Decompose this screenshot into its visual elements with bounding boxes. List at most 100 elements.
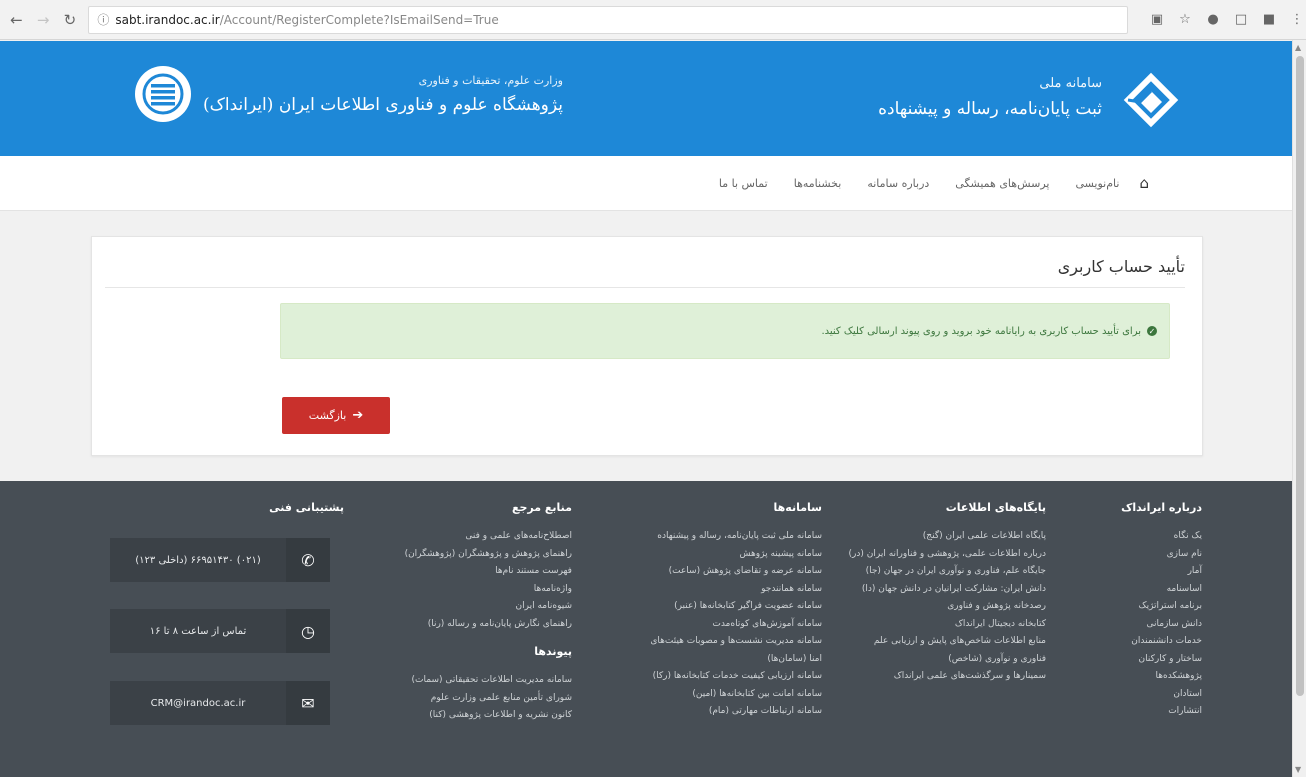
footer-link[interactable]: جایگاه علم، فناوری و نوآوری ایران در جها…: [849, 563, 1046, 581]
footer-heading-systems: سامانه‌ها: [773, 501, 822, 514]
footer-link[interactable]: استادان: [1121, 686, 1202, 704]
footer-link[interactable]: سمینارها و سرگذشت‌های علمی ایرانداک: [849, 668, 1046, 686]
footer-link[interactable]: امنا (سامان‌ها): [650, 651, 822, 669]
footer-link[interactable]: منابع اطلاعات شاخص‌های پایش و ارزیابی عل…: [849, 633, 1046, 651]
arrow-icon: ➔: [352, 408, 364, 423]
url-path: /Account/RegisterComplete?IsEmailSend=Tr…: [219, 12, 499, 27]
nav-item-faq[interactable]: پرسش‌های همیشگی: [955, 177, 1049, 190]
footer-heading-databases: پایگاه‌های اطلاعات: [945, 501, 1046, 514]
footer-link[interactable]: رصدخانه پژوهش و فناوری: [849, 598, 1046, 616]
forward-arrow-icon[interactable]: →: [33, 9, 54, 31]
support-phone: ✆ (داخلی ۱۲۳) ۰۲۱) ۶۶۹۵۱۴۳۰): [110, 538, 330, 582]
email-text[interactable]: CRM@irandoc.ac.ir: [110, 681, 286, 725]
footer-link[interactable]: شیوه‌نامه ایران: [405, 598, 572, 616]
footer-link[interactable]: پژوهشکده‌ها: [1121, 668, 1203, 686]
footer-link[interactable]: فهرست مستند نام‌ها: [405, 563, 572, 581]
extension-icon[interactable]: ●: [1204, 11, 1222, 29]
footer-link[interactable]: فناوری و نوآوری (شاخص): [849, 651, 1046, 669]
footer-link[interactable]: شورای تأمین منابع علمی وزارت علوم: [405, 690, 572, 708]
footer-link[interactable]: کتابخانه دیجیتال ایرانداک: [849, 616, 1046, 634]
nav-item-contact[interactable]: تماس با ما: [719, 177, 768, 190]
irandoc-brand[interactable]: وزارت علوم، تحقیقات و فناوری پژوهشگاه عل…: [135, 66, 563, 122]
sabt-title[interactable]: ثبت پایان‌نامه، رساله و پیشنهاده: [878, 99, 1102, 119]
success-alert: ✓ برای تأیید حساب کاربری به رایانامه خود…: [280, 303, 1170, 359]
footer-link[interactable]: سامانه امانت بین کتابخانه‌ها (امین): [650, 686, 822, 704]
irandoc-subtitle: وزارت علوم، تحقیقات و فناوری: [418, 73, 563, 87]
page-title: تأیید حساب کاربری: [1057, 257, 1185, 276]
footer-link[interactable]: سامانه آموزش‌های کوتاه‌مدت: [650, 616, 822, 634]
footer-link[interactable]: دانش ایران: مشارکت ایرانیان در دانش جهان…: [849, 581, 1046, 599]
address-bar[interactable]: ⓘ sabt.irandoc.ac.ir /Account/RegisterCo…: [88, 5, 1128, 34]
footer-link[interactable]: سامانه ارزیابی کیفیت خدمات کتابخانه‌ها (…: [650, 668, 822, 686]
footer-col-support: پشتیبانی فنی: [269, 501, 344, 528]
extension-icon-3[interactable]: ■: [1260, 11, 1278, 29]
footer-heading-about: درباره ایرانداک: [1121, 501, 1202, 514]
footer-link[interactable]: پایگاه اطلاعات علمی ایران (گنج): [849, 528, 1046, 546]
site-header: سامانه ملی ثبت پایان‌نامه، رساله و پیشنه…: [0, 41, 1292, 156]
irandoc-logo-icon: [135, 66, 191, 122]
alert-message: برای تأیید حساب کاربری به رایانامه خود ب…: [821, 325, 1141, 337]
envelope-icon: ✉: [286, 681, 330, 725]
page: سامانه ملی ثبت پایان‌نامه، رساله و پیشنه…: [0, 41, 1292, 777]
extension-icon-2[interactable]: □: [1232, 11, 1250, 29]
support-hours: ◷ تماس از ساعت ۸ تا ۱۶: [110, 609, 330, 653]
translate-icon[interactable]: ▣: [1148, 11, 1166, 29]
footer-link[interactable]: اصطلاح‌نامه‌های علمی و فنی: [405, 528, 572, 546]
nav-item-about[interactable]: درباره سامانه: [867, 177, 929, 190]
nav-item-register[interactable]: نام‌نویسی: [1075, 177, 1119, 190]
back-button[interactable]: ➔ بازگشت: [282, 397, 390, 434]
footer-link[interactable]: دانش سازمانی: [1121, 616, 1202, 634]
confirmation-card: تأیید حساب کاربری ✓ برای تأیید حساب کارب…: [91, 236, 1203, 456]
footer-link[interactable]: اساسنامه: [1121, 581, 1202, 599]
hours-text: تماس از ساعت ۸ تا ۱۶: [149, 625, 247, 637]
footer-link[interactable]: انتشارات: [1121, 703, 1202, 721]
footer-link[interactable]: سامانه عرضه و تقاضای پژوهش (ساعت): [650, 563, 822, 581]
back-arrow-icon[interactable]: ←: [6, 9, 27, 31]
phone-icon: ✆: [286, 538, 330, 582]
footer-link[interactable]: راهنمای نگارش پایان‌نامه و رساله (رنا): [405, 616, 572, 634]
scroll-thumb[interactable]: [1296, 56, 1304, 696]
footer-link[interactable]: واژه‌نامه‌ها: [405, 581, 572, 599]
footer-link[interactable]: سامانه همانندجو: [650, 581, 822, 599]
footer-link[interactable]: یک نگاه: [1121, 528, 1202, 546]
info-icon[interactable]: ⓘ: [97, 11, 109, 28]
footer-link[interactable]: راهنمای پژوهش و پژوهشگران (پژوهشگران): [405, 546, 572, 564]
scroll-down-icon[interactable]: ▼: [1295, 765, 1301, 774]
home-icon[interactable]: ⌂: [1139, 174, 1149, 192]
footer-link[interactable]: ساختار و کارکنان: [1121, 651, 1202, 669]
footer-link[interactable]: آمار: [1121, 563, 1202, 581]
footer-col-databases: پایگاه‌های اطلاعات پایگاه اطلاعات علمی ا…: [849, 501, 1046, 686]
footer-link[interactable]: سامانه ملی ثبت پایان‌نامه، رساله و پیشنه…: [650, 528, 822, 546]
url-host: sabt.irandoc.ac.ir: [115, 12, 220, 27]
footer-link[interactable]: نام سازی: [1121, 546, 1202, 564]
bookmark-star-icon[interactable]: ☆: [1176, 11, 1194, 29]
footer-link[interactable]: کانون نشریه و اطلاعات پژوهشی (کنا): [405, 707, 572, 725]
footer-link[interactable]: برنامه استراتژیک: [1121, 598, 1202, 616]
check-circle-icon: ✓: [1147, 326, 1157, 336]
reload-icon[interactable]: ↻: [60, 9, 81, 31]
phone-text[interactable]: (داخلی ۱۲۳) ۰۲۱) ۶۶۹۵۱۴۳۰): [110, 538, 286, 582]
divider: [105, 287, 1185, 288]
footer-heading-links: پیوندها: [534, 645, 572, 658]
browser-toolbar: ← → ↻ ⓘ sabt.irandoc.ac.ir /Account/Regi…: [0, 0, 1306, 40]
footer-col-systems: سامانه‌ها سامانه ملی ثبت پایان‌نامه، رسا…: [650, 501, 822, 721]
footer-col-about: درباره ایرانداک یک نگاه نام سازی آمار اس…: [1121, 501, 1202, 721]
footer-link[interactable]: سامانه پیشینه پژوهش: [650, 546, 822, 564]
main-navbar: ⌂ نام‌نویسی پرسش‌های همیشگی درباره سامان…: [0, 156, 1292, 211]
nav-item-circulars[interactable]: بخشنامه‌ها: [794, 177, 842, 190]
support-email: ✉ CRM@irandoc.ac.ir: [110, 681, 330, 725]
footer-link[interactable]: سامانه مدیریت نشست‌ها و مصوبات هیئت‌های: [650, 633, 822, 651]
footer-link[interactable]: سامانه مدیریت اطلاعات تحقیقاتی (سمات): [405, 672, 572, 690]
footer-link[interactable]: سامانه ارتباطات مهارتی (مام): [650, 703, 822, 721]
footer-heading-support: پشتیبانی فنی: [269, 501, 344, 514]
menu-kebab-icon[interactable]: ⋮: [1288, 11, 1306, 29]
scroll-up-icon[interactable]: ▲: [1295, 43, 1301, 52]
footer-heading-references: منابع مرجع: [511, 501, 572, 514]
sabt-subtitle: سامانه ملی: [1039, 76, 1102, 91]
page-scrollbar[interactable]: ▲ ▼: [1292, 40, 1306, 777]
footer-link[interactable]: درباره اطلاعات علمی، پژوهشی و فناورانه ا…: [849, 546, 1046, 564]
clock-icon: ◷: [286, 609, 330, 653]
footer-link[interactable]: سامانه عضویت فراگیر کتابخانه‌ها (عنبر): [650, 598, 822, 616]
sabt-logo-icon[interactable]: [1120, 71, 1182, 133]
footer-link[interactable]: خدمات دانشنمندان: [1121, 633, 1202, 651]
